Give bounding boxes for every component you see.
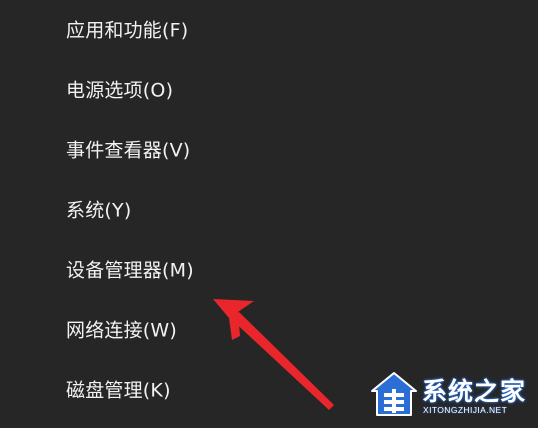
menu-item-power-options[interactable]: 电源选项(O)	[0, 62, 538, 120]
menu-item-label: 事件查看器(V)	[66, 139, 191, 162]
menu-item-label: 系统(Y)	[66, 199, 132, 222]
menu-item-label: 设备管理器(M)	[66, 259, 194, 282]
menu-item-event-viewer[interactable]: 事件查看器(V)	[0, 122, 538, 180]
menu-item-device-manager[interactable]: 设备管理器(M)	[0, 242, 538, 300]
menu-item-network-connections[interactable]: 网络连接(W)	[0, 302, 538, 360]
winx-context-menu: 应用和功能(F) 电源选项(O) 事件查看器(V) 系统(Y) 设备管理器(M)…	[0, 0, 538, 428]
menu-item-label: 磁盘管理(K)	[66, 379, 171, 402]
screenshot: 应用和功能(F) 电源选项(O) 事件查看器(V) 系统(Y) 设备管理器(M)…	[0, 0, 550, 428]
menu-item-label: 网络连接(W)	[66, 319, 178, 342]
menu-item-apps-and-features[interactable]: 应用和功能(F)	[0, 2, 538, 60]
menu-item-label: 应用和功能(F)	[66, 19, 189, 42]
menu-item-label: 电源选项(O)	[66, 79, 174, 102]
menu-item-system[interactable]: 系统(Y)	[0, 182, 538, 240]
menu-item-disk-management[interactable]: 磁盘管理(K)	[0, 362, 538, 420]
